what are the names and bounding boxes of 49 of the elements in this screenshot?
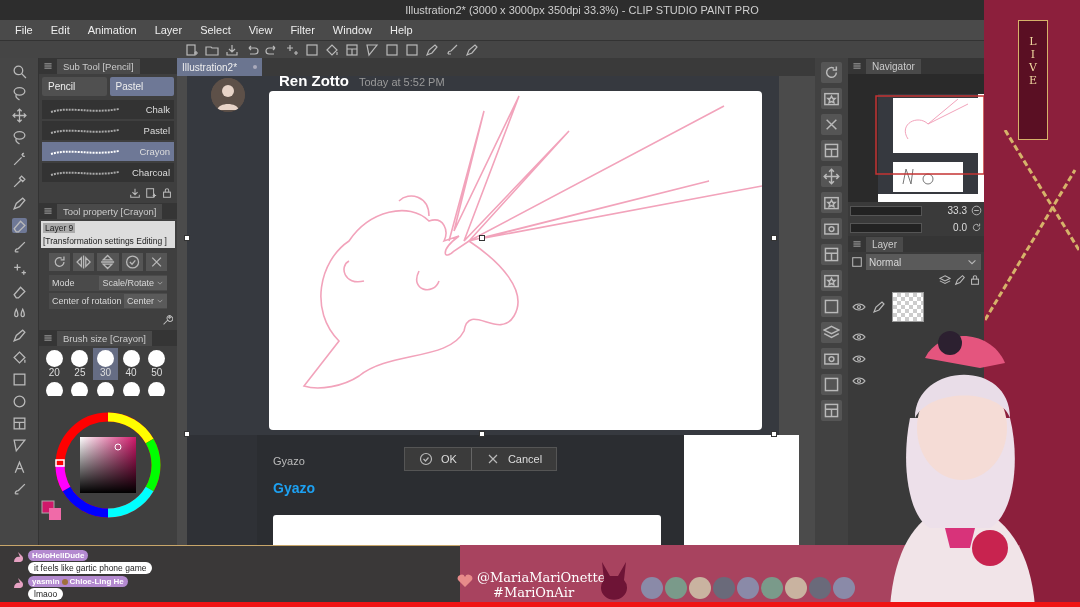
menu-item[interactable]: File bbox=[6, 24, 42, 36]
window-title: Illustration2* (3000 x 3000px 350dpi 33.3%) - CLIP STUDIO PAINT PRO bbox=[405, 4, 759, 16]
brush-item[interactable]: Charcoal bbox=[42, 163, 174, 182]
menu-item[interactable]: Layer bbox=[145, 24, 192, 36]
layer-name: Layer 9 bbox=[43, 223, 76, 233]
status-text: [Transformation settings Editing ] bbox=[43, 236, 168, 246]
panel-tab[interactable]: Sub Tool [Pencil] bbox=[57, 58, 140, 74]
brush-size-option[interactable]: 20 bbox=[42, 348, 67, 380]
author-name: Ren Zotto bbox=[279, 72, 349, 89]
brush-size-option[interactable]: 50 bbox=[144, 348, 169, 380]
tool-group-tab[interactable]: Pastel bbox=[109, 77, 174, 96]
menu-item[interactable]: Window bbox=[323, 24, 381, 36]
chat-message: it feels like gartic phone game bbox=[28, 562, 153, 574]
brush-size-option[interactable]: 25 bbox=[67, 348, 93, 380]
rotation-value: 0.0 bbox=[953, 222, 967, 233]
brush-size-option[interactable]: 40 bbox=[118, 348, 144, 380]
center-dropdown[interactable]: Center bbox=[124, 294, 167, 308]
live-label: LIVE bbox=[1028, 35, 1038, 89]
blend-mode-dropdown[interactable]: Normal bbox=[866, 254, 981, 270]
chat-message: lmaoo bbox=[28, 588, 64, 600]
ok-button[interactable]: OK bbox=[405, 448, 471, 470]
username: HoloHellDude bbox=[32, 551, 85, 560]
document-tab[interactable]: Illustration2* bbox=[177, 58, 263, 76]
menu-item[interactable]: Help bbox=[380, 24, 422, 36]
app-title: Gyazo bbox=[273, 480, 315, 496]
cancel-button[interactable]: Cancel bbox=[470, 448, 557, 470]
app-label: Gyazo bbox=[273, 455, 305, 467]
panel-tab[interactable]: Navigator bbox=[866, 58, 921, 74]
menu-item[interactable]: Select bbox=[191, 24, 240, 36]
panel-tab[interactable]: Layer bbox=[866, 236, 903, 252]
panel-tab[interactable]: Tool property [Crayon] bbox=[57, 203, 163, 219]
brush-item[interactable]: Chalk bbox=[42, 100, 174, 119]
username: yasmin bbox=[32, 577, 60, 586]
mode-dropdown[interactable]: Scale/Rotate bbox=[99, 276, 167, 290]
timestamp: Today at 5:52 PM bbox=[359, 76, 445, 88]
channel-handle: @MariaMariOnette bbox=[477, 570, 606, 585]
menu-item[interactable]: Animation bbox=[78, 24, 146, 36]
zoom-value: 33.3 bbox=[947, 205, 967, 216]
panel-tab[interactable]: Brush size [Crayon] bbox=[57, 330, 152, 346]
field-label: Mode bbox=[52, 278, 75, 288]
menu-item[interactable]: Edit bbox=[41, 24, 79, 36]
menu-item[interactable]: Filter bbox=[281, 24, 324, 36]
brush-item[interactable]: Pastel bbox=[42, 121, 174, 140]
menu-item[interactable]: View bbox=[239, 24, 282, 36]
brush-size-option[interactable]: 30 bbox=[93, 348, 118, 380]
tool-group-tab[interactable]: Pencil bbox=[42, 77, 107, 96]
field-label: Center of rotation bbox=[52, 296, 122, 306]
username: Chloe-Ling He bbox=[69, 577, 124, 586]
hashtag: #MariOnAir bbox=[493, 585, 575, 600]
